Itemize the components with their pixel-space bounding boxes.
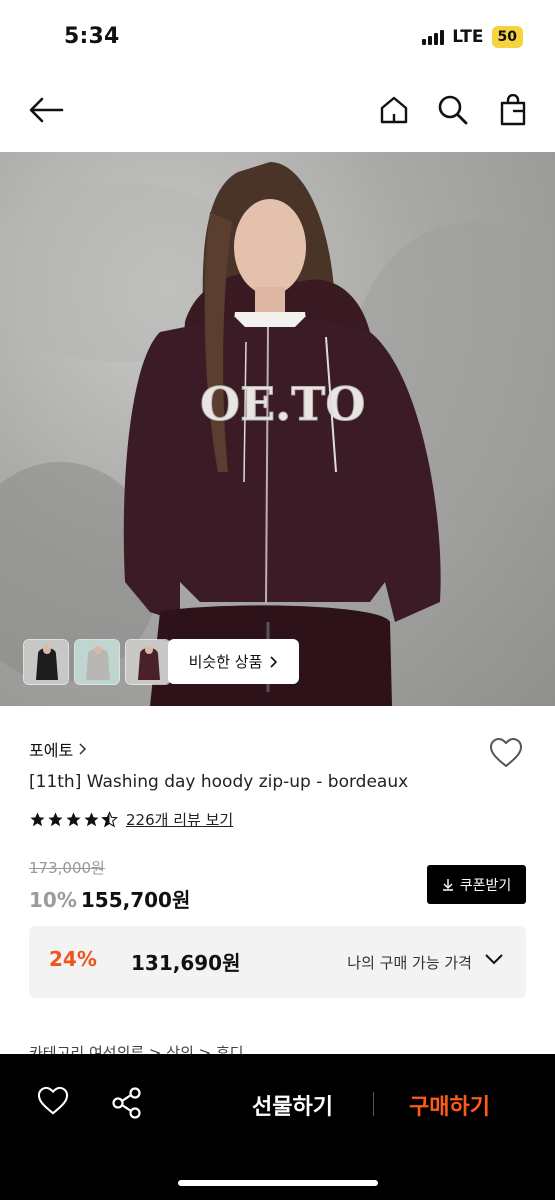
brand-link[interactable]: 포에토 xyxy=(29,737,87,761)
star-icon xyxy=(84,812,99,827)
my-price-label: 나의 구매 가능 가격 xyxy=(347,954,472,972)
rating-row: 226개 리뷰 보기 xyxy=(29,809,233,830)
similar-products-label: 비슷한 상품 xyxy=(188,653,263,671)
heart-icon xyxy=(489,737,523,768)
home-icon xyxy=(380,96,408,124)
my-discount-rate: 24% xyxy=(49,947,97,971)
buy-button[interactable]: 구매하기 xyxy=(409,1089,490,1121)
download-icon xyxy=(442,879,453,891)
search-button[interactable] xyxy=(433,90,473,130)
review-link[interactable]: 226개 리뷰 보기 xyxy=(126,809,233,830)
thumbnail-1[interactable] xyxy=(23,639,69,685)
thumbnail-2[interactable] xyxy=(74,639,120,685)
thumbnail-3[interactable] xyxy=(125,639,171,685)
top-nav xyxy=(0,80,555,140)
product-image[interactable]: OE.TO xyxy=(0,152,555,706)
star-icon xyxy=(48,812,63,827)
network-label: LTE xyxy=(452,27,484,47)
status-bar: 5:34 LTE 50 xyxy=(0,0,555,74)
heart-icon xyxy=(37,1086,69,1115)
similar-products-button[interactable]: 비슷한 상품 xyxy=(168,639,299,684)
arrow-left-icon xyxy=(29,97,64,123)
share-icon xyxy=(112,1087,141,1119)
cart-button[interactable] xyxy=(493,90,533,130)
my-price-panel[interactable]: 24% 131,690원 나의 구매 가능 가격 xyxy=(29,926,526,998)
status-indicators: LTE 50 xyxy=(422,26,523,48)
star-icon xyxy=(66,812,81,827)
chevron-right-icon xyxy=(270,655,278,668)
discount-rate: 10% xyxy=(29,888,77,912)
search-icon xyxy=(438,95,468,125)
chevron-right-icon xyxy=(79,743,87,755)
chevron-down-icon xyxy=(485,954,503,965)
share-button[interactable] xyxy=(109,1086,145,1124)
rating-stars xyxy=(29,811,118,828)
svg-text:OE.TO: OE.TO xyxy=(200,377,365,431)
model-photo: OE.TO xyxy=(0,162,555,706)
gift-button[interactable]: 선물하기 xyxy=(252,1089,333,1121)
back-button[interactable] xyxy=(26,90,66,130)
half-star-icon xyxy=(101,811,118,828)
my-price: 131,690원 xyxy=(131,951,241,975)
thumbnail-strip xyxy=(23,639,171,685)
home-button[interactable] xyxy=(374,90,414,130)
coupon-button[interactable]: 쿠폰받기 xyxy=(427,865,526,904)
signal-icon xyxy=(422,29,445,45)
coupon-label: 쿠폰받기 xyxy=(459,877,512,894)
brand-name: 포에토 xyxy=(29,741,74,760)
status-time: 5:34 xyxy=(64,24,120,49)
product-title: [11th] Washing day hoody zip-up - bordea… xyxy=(29,772,409,792)
home-indicator xyxy=(178,1180,378,1186)
bottom-action-bar: 선물하기 구매하기 xyxy=(0,1054,555,1200)
price-row: 10% 155,700원 xyxy=(29,884,190,913)
shopping-bag-icon xyxy=(500,94,526,126)
battery-icon: 50 xyxy=(491,26,523,48)
divider xyxy=(373,1092,374,1116)
star-icon xyxy=(30,812,45,827)
wishlist-button[interactable] xyxy=(486,734,526,772)
sale-price: 155,700원 xyxy=(80,888,191,912)
bottom-wishlist-button[interactable] xyxy=(36,1086,70,1120)
original-price: 173,000원 xyxy=(29,859,105,877)
